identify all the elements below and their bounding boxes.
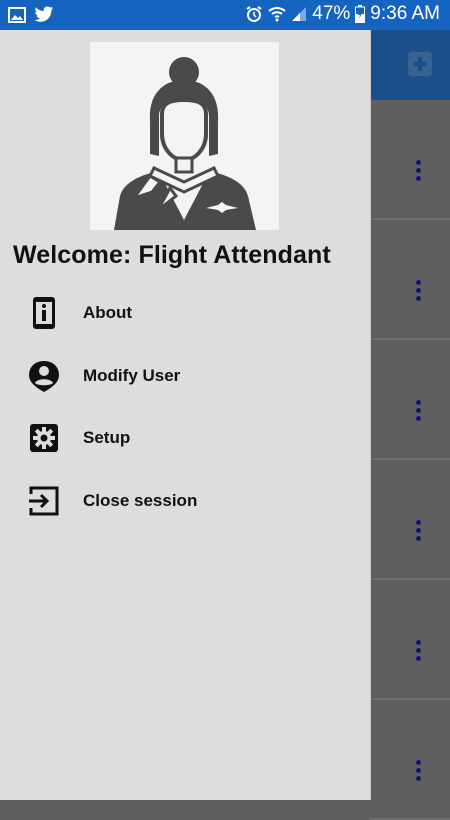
list-item[interactable] <box>370 700 450 820</box>
item-list <box>370 100 450 820</box>
twitter-icon <box>34 6 54 23</box>
flight-attendant-avatar <box>90 42 279 230</box>
app-toolbar <box>370 30 450 100</box>
menu-item-modify-user[interactable]: Modify User <box>0 349 370 403</box>
menu-item-about[interactable]: About <box>0 286 370 340</box>
clock: 9:36 AM <box>370 3 440 24</box>
list-item[interactable] <box>370 220 450 340</box>
battery-percent: 47% <box>312 3 351 24</box>
menu-label-about: About <box>83 303 133 322</box>
user-pin-icon <box>27 359 61 393</box>
menu-label-close-session: Close session <box>83 491 198 510</box>
wifi-icon <box>268 6 286 22</box>
more-vert-icon[interactable] <box>416 400 422 424</box>
list-item[interactable] <box>370 460 450 580</box>
more-vert-icon[interactable] <box>416 760 422 784</box>
signal-icon <box>291 6 307 22</box>
exit-icon <box>27 484 61 518</box>
more-vert-icon[interactable] <box>416 640 422 664</box>
list-item[interactable] <box>370 580 450 700</box>
more-vert-icon[interactable] <box>416 280 422 304</box>
add-icon[interactable] <box>408 52 432 76</box>
menu-item-close-session[interactable]: Close session <box>0 474 370 528</box>
menu-label-setup: Setup <box>83 428 131 447</box>
battery-icon <box>355 5 366 23</box>
info-phone-icon <box>27 296 61 330</box>
navigation-drawer: Welcome: Flight Attendant About Modify U… <box>0 30 371 800</box>
more-vert-icon[interactable] <box>416 160 422 184</box>
list-item[interactable] <box>370 100 450 220</box>
more-vert-icon[interactable] <box>416 520 422 544</box>
list-item[interactable] <box>370 340 450 460</box>
image-icon <box>8 6 26 23</box>
gear-icon <box>27 421 61 455</box>
welcome-title: Welcome: Flight Attendant <box>13 241 331 269</box>
menu-label-modify-user: Modify User <box>83 366 181 385</box>
menu-item-setup[interactable]: Setup <box>0 411 370 465</box>
alarm-icon <box>245 5 263 23</box>
status-bar: 47% 9:36 AM <box>0 0 450 30</box>
